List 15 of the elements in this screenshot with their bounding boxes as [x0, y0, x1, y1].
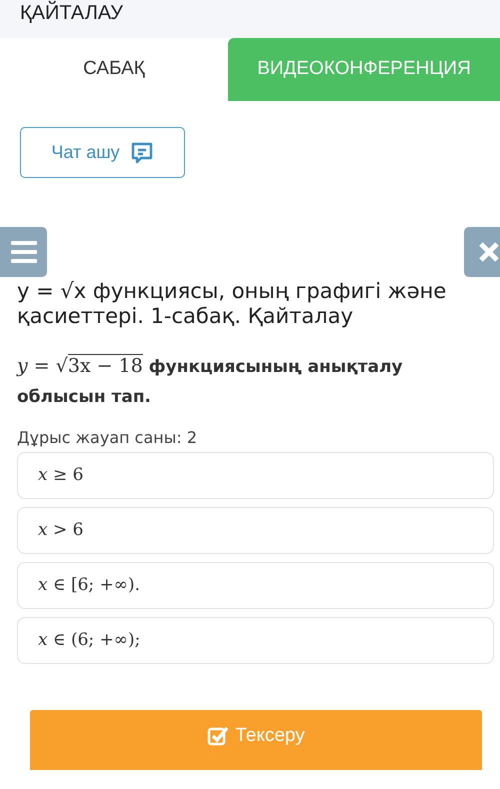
question-text: y = √3x − 18 функциясының анықталу облысын тап.: [17, 353, 404, 409]
close-icon: [478, 241, 500, 263]
answer-option[interactable]: x > 6: [17, 507, 494, 554]
menu-button[interactable]: [0, 227, 47, 277]
answer-option[interactable]: x ∈ [6; +∞).: [17, 562, 494, 609]
open-chat-button[interactable]: Чат ашу: [20, 127, 185, 178]
menu-icon: [10, 241, 36, 263]
chat-icon: [130, 140, 154, 164]
close-button[interactable]: [464, 227, 500, 277]
lesson-title: y = √x функциясы, оның графигі және қасиеттері. 1-сабақ. Қайталау: [17, 279, 448, 329]
answer-option[interactable]: x ≥ 6: [17, 452, 494, 499]
checkbox-icon: [207, 725, 230, 747]
page-title: ҚАЙТАЛАУ: [20, 2, 123, 24]
answer-option[interactable]: x ∈ (6; +∞);: [17, 617, 494, 664]
answer-count: Дұрыс жауап саны: 2: [17, 427, 198, 449]
